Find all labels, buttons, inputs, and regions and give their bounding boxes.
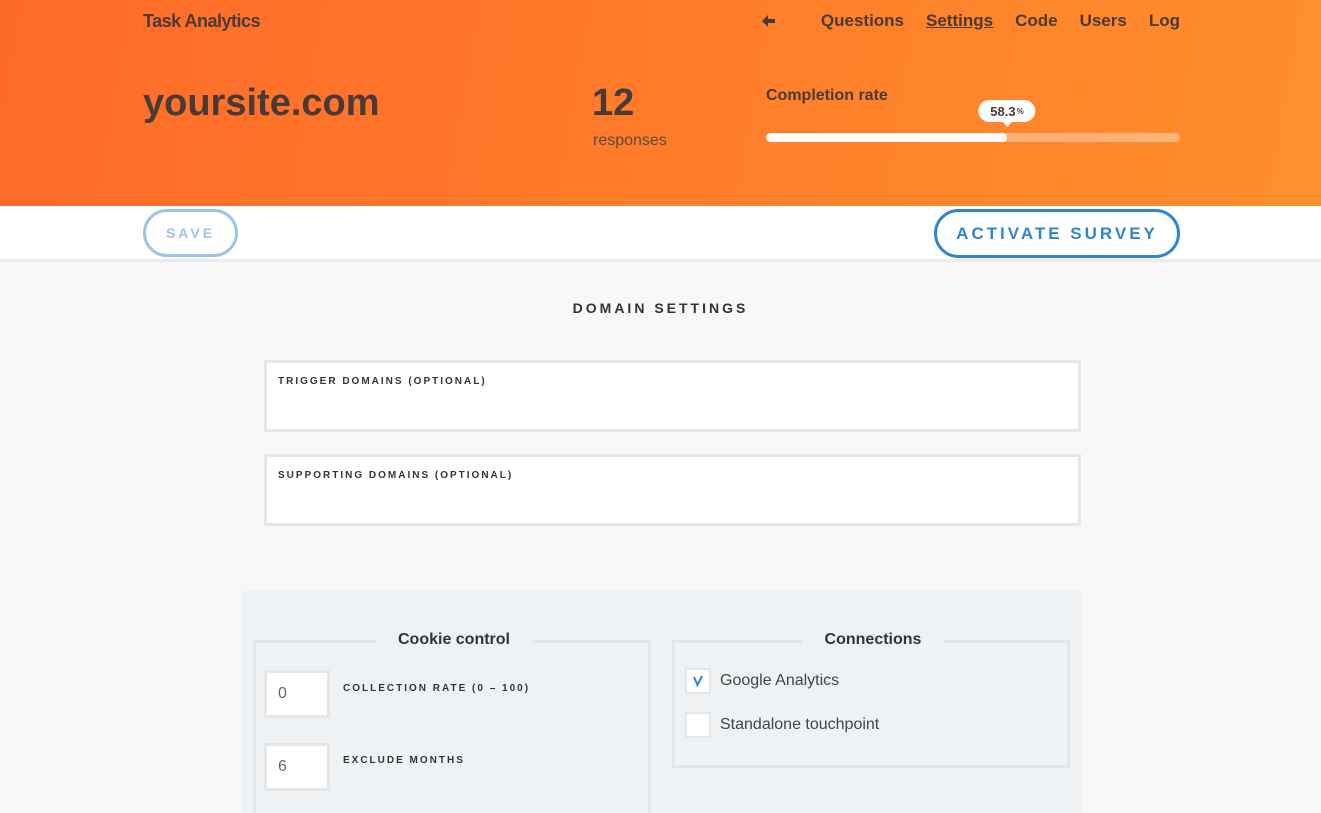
supporting-domains-label: SUPPORTING DOMAINS (OPTIONAL) — [278, 470, 514, 481]
supporting-domains-field[interactable]: SUPPORTING DOMAINS (OPTIONAL) — [264, 454, 1081, 526]
cookie-control-title: Cookie control — [375, 631, 533, 649]
nav-questions[interactable]: Questions — [821, 11, 904, 31]
brand-logo[interactable]: Task Analytics — [143, 11, 261, 32]
google-analytics-option[interactable]: Google Analytics — [685, 668, 839, 694]
check-icon — [693, 675, 703, 687]
connections-title: Connections — [802, 631, 944, 649]
collection-rate-label: COLLECTION RATE (0 – 100) — [343, 683, 531, 694]
completion-rate-number: 58.3 — [990, 103, 1016, 119]
top-nav: Questions Settings Code Users Log — [760, 11, 1180, 31]
completion-rate-value: 58.3% — [978, 100, 1036, 127]
site-title: yoursite.com — [143, 82, 380, 124]
standalone-touchpoint-label: Standalone touchpoint — [720, 716, 880, 733]
action-toolbar: SAVE ACTIVATE SURVEY — [0, 206, 1321, 262]
nav-users[interactable]: Users — [1080, 11, 1127, 31]
trigger-domains-field[interactable]: TRIGGER DOMAINS (OPTIONAL) — [264, 360, 1081, 432]
standalone-touchpoint-option[interactable]: Standalone touchpoint — [685, 712, 879, 738]
cookie-control-group: Cookie control 0 COLLECTION RATE (0 – 10… — [253, 631, 651, 813]
completion-rate-label: Completion rate — [766, 87, 888, 104]
collection-rate-input[interactable]: 0 — [264, 670, 330, 718]
save-button[interactable]: SAVE — [143, 209, 238, 257]
nav-code[interactable]: Code — [1015, 11, 1058, 31]
google-analytics-label: Google Analytics — [720, 672, 840, 689]
completion-rate-bar — [766, 133, 1180, 142]
responses-count: 12 — [592, 82, 635, 124]
trigger-domains-label: TRIGGER DOMAINS (OPTIONAL) — [278, 376, 487, 387]
exclude-months-label: EXCLUDE MONTHS — [343, 755, 465, 766]
back-button[interactable] — [760, 11, 778, 31]
connections-group: Connections Google Analytics Standalone … — [672, 631, 1070, 768]
standalone-touchpoint-checkbox[interactable] — [685, 712, 711, 738]
domain-settings-title: DOMAIN SETTINGS — [572, 300, 749, 316]
arrow-left-icon — [761, 15, 775, 27]
exclude-months-input[interactable]: 6 — [264, 743, 330, 791]
nav-settings[interactable]: Settings — [926, 11, 993, 31]
advanced-settings-panel: Cookie control 0 COLLECTION RATE (0 – 10… — [242, 591, 1081, 813]
activate-survey-button[interactable]: ACTIVATE SURVEY — [934, 209, 1180, 258]
completion-rate-fill — [766, 133, 1007, 142]
nav-log[interactable]: Log — [1149, 11, 1180, 31]
google-analytics-checkbox[interactable] — [685, 668, 711, 694]
header-banner: Task Analytics Questions Settings Code U… — [0, 0, 1321, 206]
responses-label: responses — [593, 132, 667, 149]
completion-rate-unit: % — [1016, 106, 1024, 116]
